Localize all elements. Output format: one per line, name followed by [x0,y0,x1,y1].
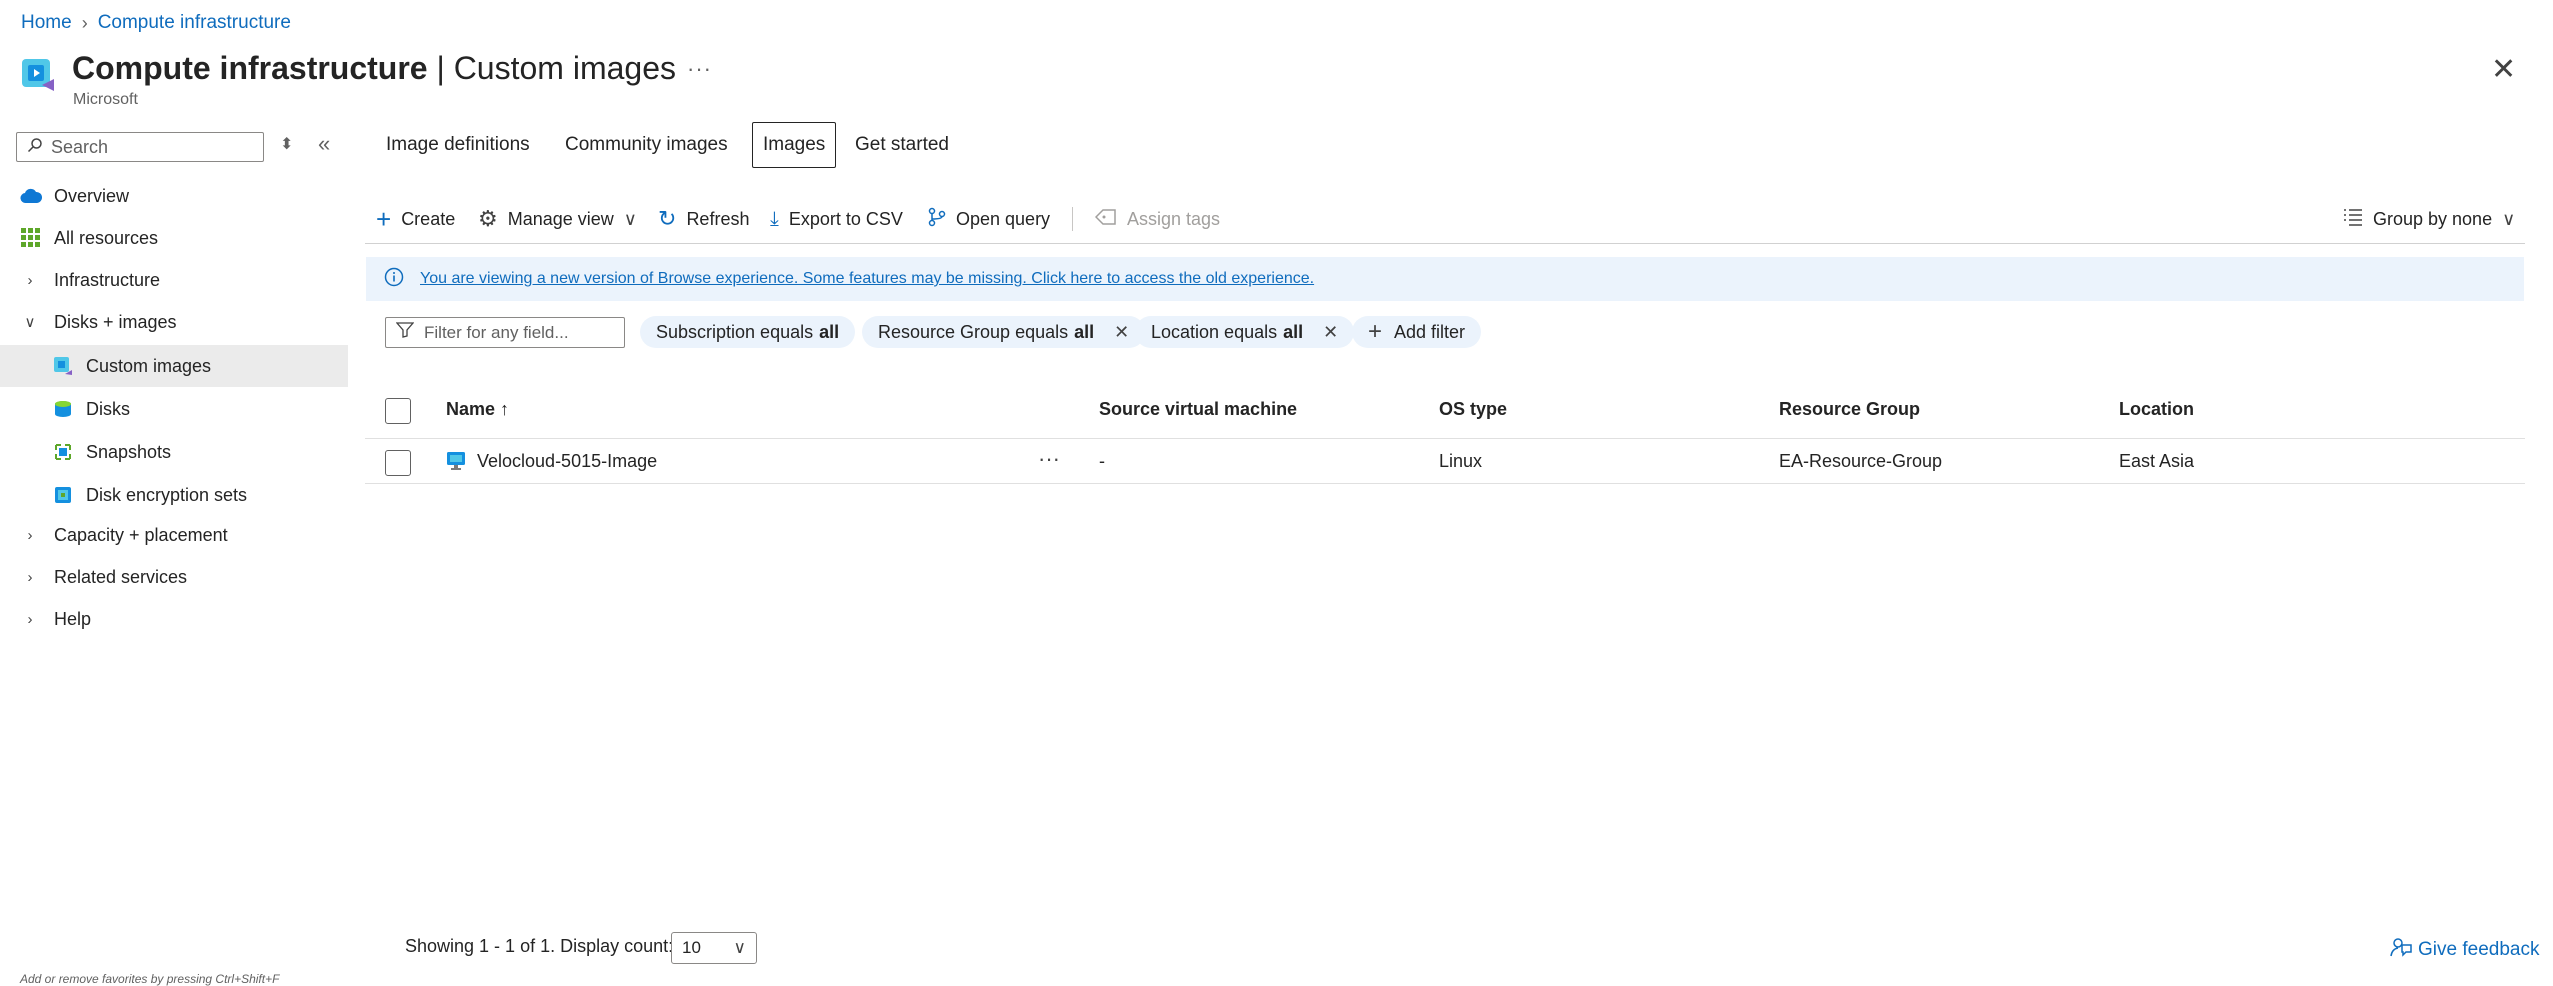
filter-input[interactable]: Filter for any field... [385,317,625,348]
breadcrumb-home-link[interactable]: Home [21,12,72,34]
select-all-checkbox[interactable] [385,398,411,424]
filter-icon [395,322,415,343]
breadcrumb-current-link[interactable]: Compute infrastructure [98,12,291,34]
group-by-button[interactable]: Group by none ∨ [2343,206,2515,232]
cloud-icon [20,185,42,207]
filter-pill-location[interactable]: Location equals all ✕ [1135,316,1355,348]
image-resource-icon [445,450,467,477]
sidebar-item-help[interactable]: › Help [0,598,348,640]
chevron-down-icon: ∨ [2502,208,2516,229]
os-type-cell: Linux [1439,451,1483,471]
query-icon [928,207,946,232]
chevron-right-icon: › [27,526,33,544]
sidebar-item-overview[interactable]: Overview [0,175,348,217]
pagination-summary: Showing 1 - 1 of 1. Display count: [405,936,674,956]
more-options-icon[interactable]: ··· [687,56,712,82]
filter-pill-subscription[interactable]: Subscription equals all [640,316,856,348]
favorites-hint: Add or remove favorites by pressing Ctrl… [20,972,280,986]
plus-icon: + [1368,318,1383,345]
old-experience-link[interactable]: You are viewing a new version of Browse … [420,270,1314,288]
breadcrumb: Home › Compute infrastructure [21,12,291,34]
tag-icon [1094,208,1117,230]
snapshot-icon [52,441,74,463]
chevron-down-icon: ∨ [733,938,746,957]
filter-pill-resource-group[interactable]: Resource Group equals all ✕ [862,316,1146,348]
source-vm-cell: - [1099,451,1105,471]
column-header-location[interactable]: Location [2119,399,2194,420]
display-count-select[interactable]: 10 ∨ [671,932,757,964]
refresh-button[interactable]: ↻ Refresh [658,206,749,232]
refresh-icon: ↻ [658,206,677,231]
encryption-icon [52,484,74,506]
info-icon [384,267,404,292]
add-filter-button[interactable]: + Add filter [1352,316,1482,348]
grid-icon [20,227,42,249]
search-icon [27,137,43,158]
close-icon[interactable]: ✕ [2491,52,2516,87]
sidebar-item-disks[interactable]: Disks [0,388,348,430]
toolbar-divider [1072,207,1073,231]
row-divider [365,483,2525,484]
list-icon [2343,208,2363,231]
row-checkbox[interactable] [385,450,411,476]
sidebar-item-related-services[interactable]: › Related services [0,556,348,598]
tab-get-started[interactable]: Get started [845,122,959,168]
chevron-down-icon: ∨ [24,314,36,331]
resource-group-link[interactable]: EA-Resource-Group [1779,451,1942,472]
close-icon[interactable]: ✕ [1323,322,1338,343]
assign-tags-button[interactable]: Assign tags [1094,206,1220,232]
tab-images[interactable]: Images [752,122,837,168]
sidebar-item-capacity-placement[interactable]: › Capacity + placement [0,514,348,556]
manage-view-button[interactable]: ⚙ Manage view ∨ [478,206,637,232]
chevron-right-icon: › [27,610,33,628]
export-csv-button[interactable]: ⤓ Export to CSV [770,206,903,232]
column-header-resource-group[interactable]: Resource Group [1779,399,1920,420]
sidebar-item-disks-images[interactable]: ∨ Disks + images [0,301,348,343]
give-feedback-link[interactable]: Give feedback [2390,936,2539,964]
chevron-right-icon: › [81,12,88,33]
chevron-right-icon: › [27,271,33,289]
compute-infrastructure-icon [20,57,58,95]
disk-icon [52,398,74,420]
column-header-os-type[interactable]: OS type [1439,399,1507,420]
row-more-icon[interactable]: ··· [1038,446,1060,472]
plus-icon: + [376,203,392,234]
create-button[interactable]: + Create [376,203,455,234]
sidebar-search-input[interactable]: Search [16,132,264,162]
column-header-name[interactable]: Name ↑ [446,399,509,420]
sidebar-item-disk-encryption-sets[interactable]: Disk encryption sets [0,474,348,516]
feedback-icon [2390,936,2412,964]
sidebar-item-infrastructure[interactable]: › Infrastructure [0,259,348,301]
info-banner: You are viewing a new version of Browse … [366,257,2524,301]
sort-updown-icon[interactable]: ⬍ [280,134,293,154]
collapse-sidebar-icon[interactable]: « [318,131,330,157]
sidebar-item-custom-images[interactable]: Custom images [0,345,348,387]
column-header-source-vm[interactable]: Source virtual machine [1099,399,1297,420]
close-icon[interactable]: ✕ [1114,322,1129,343]
sidebar-item-all-resources[interactable]: All resources [0,217,348,259]
sidebar-item-snapshots[interactable]: Snapshots [0,431,348,473]
chevron-down-icon: ∨ [623,208,637,229]
location-cell: East Asia [2119,451,2195,471]
search-placeholder: Search [51,136,109,157]
header-divider [365,438,2525,439]
chevron-right-icon: › [27,568,33,586]
toolbar-divider-line [365,243,2525,244]
page-subtitle: Microsoft [73,91,138,108]
tab-community-images[interactable]: Community images [555,122,738,168]
image-name-link[interactable]: Velocloud-5015-Image [477,451,657,472]
tab-image-definitions[interactable]: Image definitions [376,122,540,168]
custom-image-icon [52,355,74,377]
page-title: Compute infrastructure | Custom images [72,50,676,86]
download-icon: ⤓ [770,207,779,230]
gear-icon: ⚙ [478,206,498,231]
open-query-button[interactable]: Open query [928,206,1050,232]
